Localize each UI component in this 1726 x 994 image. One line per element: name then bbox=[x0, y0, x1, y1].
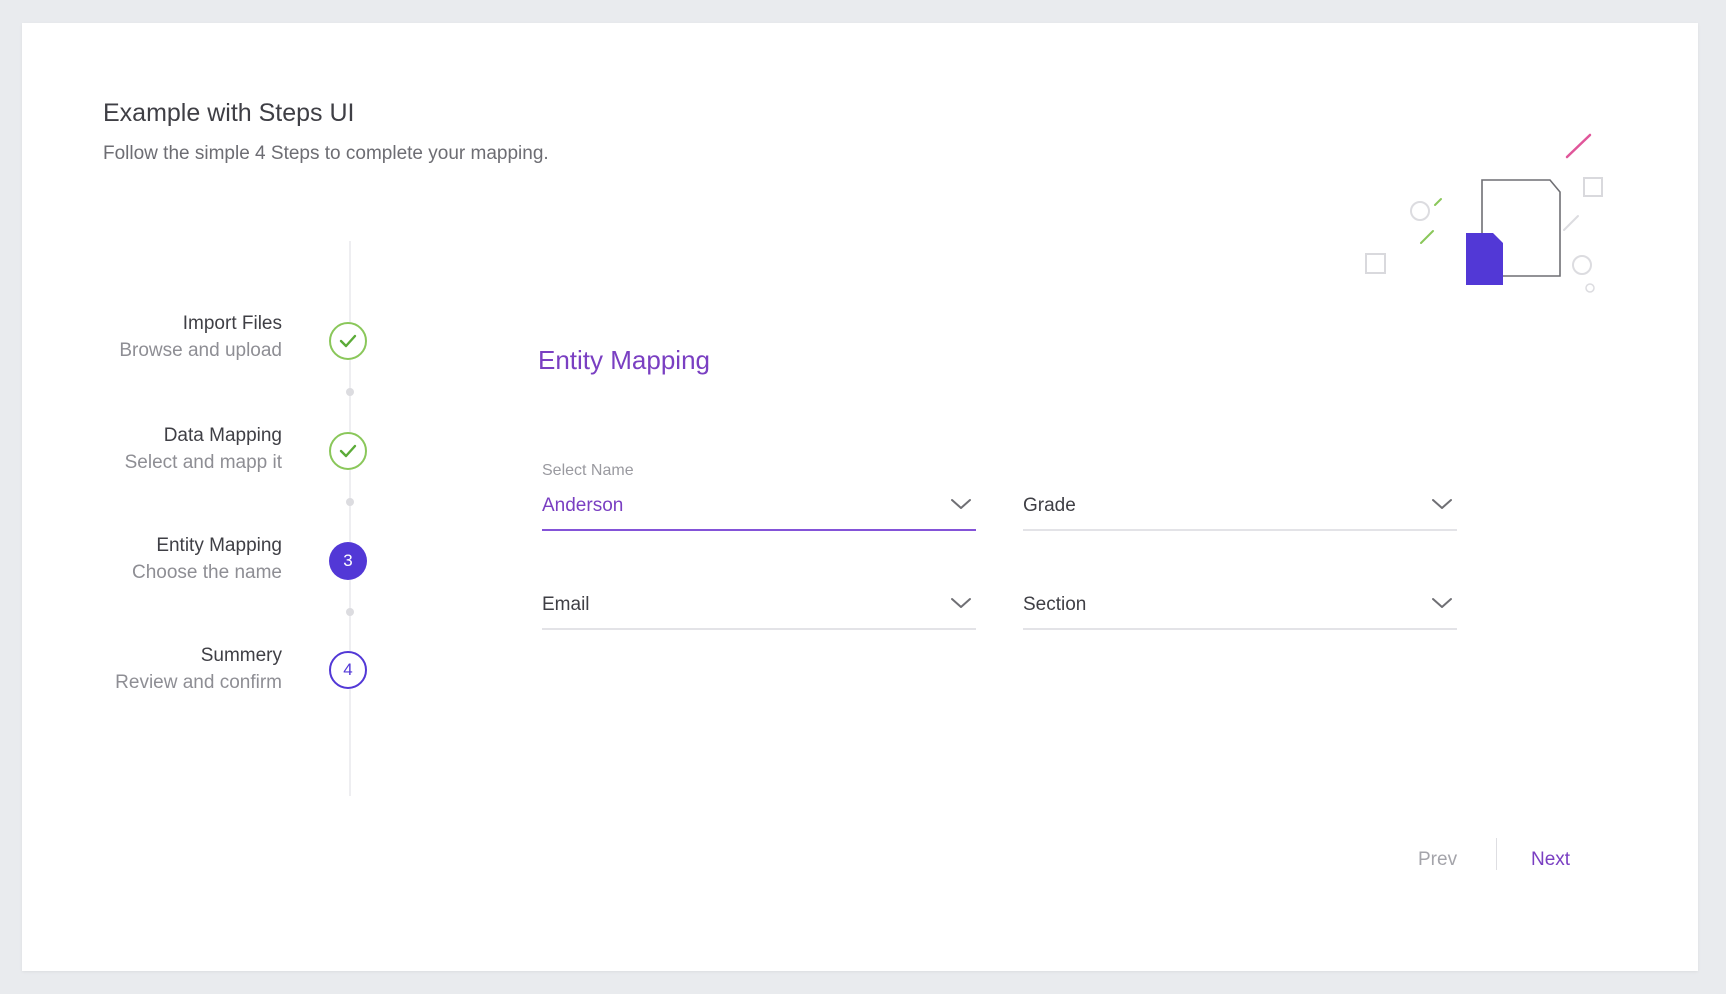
step-title: Import Files bbox=[182, 313, 282, 334]
stepper-dot bbox=[346, 608, 354, 616]
check-icon bbox=[339, 334, 357, 348]
section-dropdown[interactable]: Section bbox=[1023, 592, 1457, 630]
step-2-done-indicator[interactable] bbox=[329, 432, 367, 470]
chevron-down-icon bbox=[1432, 598, 1452, 608]
step-title: Summery bbox=[200, 645, 282, 666]
email-dropdown[interactable]: Email bbox=[542, 592, 976, 630]
stepper-dot bbox=[346, 498, 354, 506]
step-4-pending-indicator[interactable]: 4 bbox=[329, 651, 367, 689]
email-value: Email bbox=[542, 594, 590, 615]
step-3-active-indicator[interactable]: 3 bbox=[329, 542, 367, 580]
step-description: Choose the name bbox=[132, 562, 282, 583]
grade-value: Grade bbox=[1023, 495, 1076, 516]
select-name-label: Select Name bbox=[542, 462, 634, 479]
documents-illustration bbox=[1365, 133, 1603, 293]
page-title: Example with Steps UI bbox=[103, 99, 355, 127]
steps-card: Example with Steps UI Follow the simple … bbox=[22, 23, 1698, 971]
prev-button[interactable]: Prev bbox=[1418, 849, 1457, 871]
select-name-value: Anderson bbox=[542, 495, 624, 516]
step-data-mapping[interactable]: Data Mapping Select and mapp it bbox=[22, 423, 282, 477]
step-import-files[interactable]: Import Files Browse and upload bbox=[22, 311, 282, 365]
section-value: Section bbox=[1023, 594, 1087, 615]
stepper-dot bbox=[346, 388, 354, 396]
grade-dropdown[interactable]: Grade bbox=[1023, 493, 1457, 531]
step-1-done-indicator[interactable] bbox=[329, 322, 367, 360]
page-subtitle: Follow the simple 4 Steps to complete yo… bbox=[103, 143, 549, 164]
step-title: Data Mapping bbox=[163, 425, 282, 446]
step-entity-mapping[interactable]: Entity Mapping Choose the name bbox=[22, 533, 282, 587]
step-title: Entity Mapping bbox=[156, 535, 282, 556]
select-name-dropdown[interactable]: Select Name Anderson bbox=[542, 462, 976, 531]
chevron-down-icon bbox=[1432, 499, 1452, 509]
chevron-down-icon bbox=[951, 499, 971, 509]
form-title: Entity Mapping bbox=[538, 345, 710, 375]
chevron-down-icon bbox=[951, 598, 971, 608]
step-description: Review and confirm bbox=[115, 672, 282, 693]
nav-divider bbox=[1496, 838, 1497, 870]
step-description: Browse and upload bbox=[119, 340, 282, 361]
step-description: Select and mapp it bbox=[124, 452, 282, 473]
next-button[interactable]: Next bbox=[1531, 849, 1570, 871]
check-icon bbox=[339, 444, 357, 458]
step-summery[interactable]: Summery Review and confirm bbox=[22, 643, 282, 697]
